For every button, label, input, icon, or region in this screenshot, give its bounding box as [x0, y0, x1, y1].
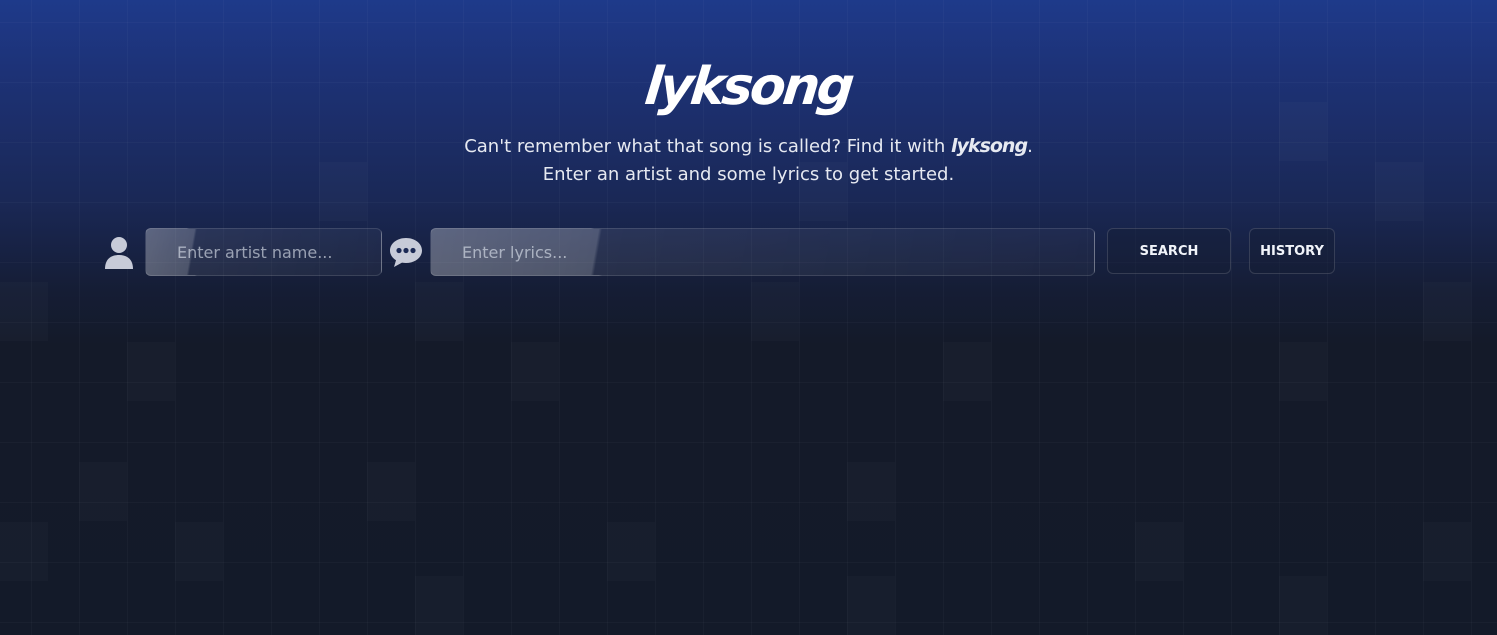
user-icon [105, 237, 133, 269]
search-bar: SEARCH HISTORY [0, 228, 1497, 276]
artist-input[interactable] [146, 229, 381, 275]
tagline-inline-logo: lyksong [951, 135, 1028, 157]
search-button[interactable]: SEARCH [1107, 228, 1231, 274]
lyrics-input[interactable] [431, 229, 1094, 275]
lyrics-field[interactable] [430, 228, 1095, 276]
artist-field[interactable] [145, 228, 382, 276]
app-logo[interactable]: lyksong [641, 48, 855, 126]
tagline-line-1-text: Can't remember what that song is called?… [464, 136, 952, 157]
tagline-line-1-suffix: . [1027, 136, 1033, 157]
tagline-line-1: Can't remember what that song is called?… [0, 132, 1497, 161]
tagline: Can't remember what that song is called?… [0, 132, 1497, 189]
tagline-line-2: Enter an artist and some lyrics to get s… [542, 164, 955, 185]
history-button[interactable]: HISTORY [1249, 228, 1335, 274]
hero-header: lyksong Can't remember what that song is… [0, 48, 1497, 189]
chat-bubble-icon [390, 238, 422, 267]
